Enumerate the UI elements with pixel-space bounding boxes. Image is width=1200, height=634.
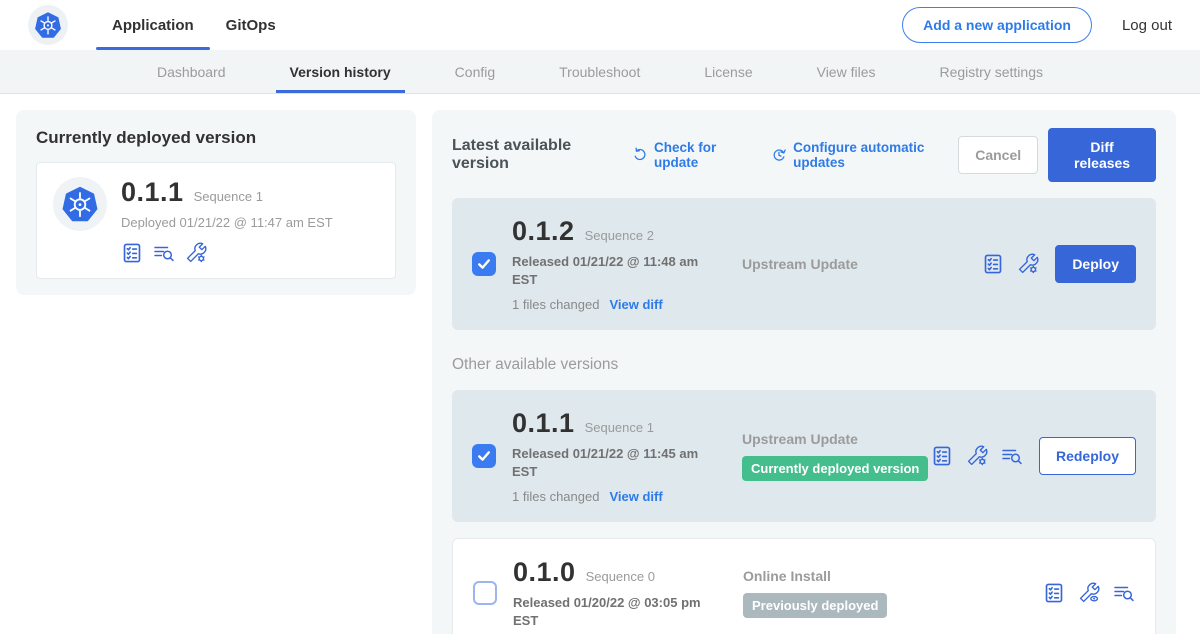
version-source-label: Upstream Update xyxy=(742,431,931,447)
released-timestamp: Released 01/20/22 @ 03:05 pm EST xyxy=(513,594,713,629)
kubernetes-logo xyxy=(28,5,68,45)
files-changed-label: 1 files changed xyxy=(512,489,599,504)
deployed-sequence-label: Sequence 1 xyxy=(194,189,263,204)
version-number: 0.1.2 xyxy=(512,216,575,247)
redeploy-button[interactable]: Redeploy xyxy=(1039,437,1136,475)
view-diff-link[interactable]: View diff xyxy=(609,489,662,504)
app-kubernetes-icon xyxy=(53,177,107,231)
other-versions-title: Other available versions xyxy=(452,356,1156,374)
view-diff-link[interactable]: View diff xyxy=(609,297,662,312)
subnav-item-license[interactable]: License xyxy=(672,50,784,93)
version-checkbox[interactable] xyxy=(472,444,496,468)
subnav-item-dashboard[interactable]: Dashboard xyxy=(125,50,258,93)
version-source-label: Online Install xyxy=(743,568,1043,584)
clock-refresh-icon xyxy=(771,146,787,164)
lines-magnifier-icon[interactable] xyxy=(1113,582,1135,604)
deployed-version-number: 0.1.1 xyxy=(121,177,184,208)
subnav-item-registry-settings[interactable]: Registry settings xyxy=(908,50,1075,93)
cancel-button[interactable]: Cancel xyxy=(958,136,1038,174)
subnav-item-view-files[interactable]: View files xyxy=(785,50,908,93)
checklist-icon[interactable] xyxy=(931,445,953,467)
released-timestamp: Released 01/21/22 @ 11:48 am EST xyxy=(512,253,712,288)
refresh-icon xyxy=(632,146,648,164)
sequence-label: Sequence 1 xyxy=(585,420,654,435)
version-checkbox[interactable] xyxy=(472,252,496,276)
check-for-update-link[interactable]: Check for update xyxy=(632,140,751,170)
previously-deployed-badge: Previously deployed xyxy=(743,593,887,618)
version-history-panel: Latest available version Check for updat… xyxy=(432,110,1176,634)
top-nav-tabs: Application GitOps xyxy=(96,0,292,50)
version-row: 0.1.0 Sequence 0 Released 01/20/22 @ 03:… xyxy=(452,538,1156,634)
deployed-timestamp: Deployed 01/21/22 @ 11:47 am EST xyxy=(121,215,333,230)
sequence-label: Sequence 0 xyxy=(586,569,655,584)
latest-available-title: Latest available version xyxy=(452,137,612,173)
tab-gitops[interactable]: GitOps xyxy=(210,0,292,50)
sequence-label: Sequence 2 xyxy=(585,228,654,243)
subnav-item-version-history[interactable]: Version history xyxy=(258,50,423,93)
logout-button[interactable]: Log out xyxy=(1122,17,1172,34)
released-timestamp: Released 01/21/22 @ 11:45 am EST xyxy=(512,445,712,480)
currently-deployed-title: Currently deployed version xyxy=(36,128,396,148)
wrench-gear-icon[interactable] xyxy=(966,445,988,467)
lines-magnifier-icon[interactable] xyxy=(153,242,175,264)
files-changed-label: 1 files changed xyxy=(512,297,599,312)
wrench-gear-icon[interactable] xyxy=(185,242,207,264)
top-nav: Application GitOps Add a new application… xyxy=(0,0,1200,50)
checklist-icon[interactable] xyxy=(121,242,143,264)
version-checkbox[interactable] xyxy=(473,581,497,605)
deploy-button[interactable]: Deploy xyxy=(1055,245,1136,283)
version-source-label: Upstream Update xyxy=(742,256,982,272)
wrench-eye-icon[interactable] xyxy=(1078,582,1100,604)
deployed-version-card: 0.1.1 Sequence 1 Deployed 01/21/22 @ 11:… xyxy=(36,162,396,279)
configure-automatic-updates-link[interactable]: Configure automatic updates xyxy=(771,140,958,170)
version-row: 0.1.2 Sequence 2 Released 01/21/22 @ 11:… xyxy=(452,198,1156,330)
subnav-item-config[interactable]: Config xyxy=(423,50,527,93)
add-application-button[interactable]: Add a new application xyxy=(902,7,1092,43)
version-row: 0.1.1 Sequence 1 Released 01/21/22 @ 11:… xyxy=(452,390,1156,522)
checklist-icon[interactable] xyxy=(982,253,1004,275)
checklist-icon[interactable] xyxy=(1043,582,1065,604)
version-number: 0.1.1 xyxy=(512,408,575,439)
sub-nav: Dashboard Version history Config Trouble… xyxy=(0,50,1200,94)
version-number: 0.1.0 xyxy=(513,557,576,588)
lines-magnifier-icon[interactable] xyxy=(1001,445,1023,467)
tab-application[interactable]: Application xyxy=(96,0,210,50)
currently-deployed-card: Currently deployed version xyxy=(16,110,416,295)
diff-releases-button[interactable]: Diff releases xyxy=(1048,128,1156,182)
subnav-item-troubleshoot[interactable]: Troubleshoot xyxy=(527,50,672,93)
wrench-gear-icon[interactable] xyxy=(1017,253,1039,275)
currently-deployed-badge: Currently deployed version xyxy=(742,456,928,481)
